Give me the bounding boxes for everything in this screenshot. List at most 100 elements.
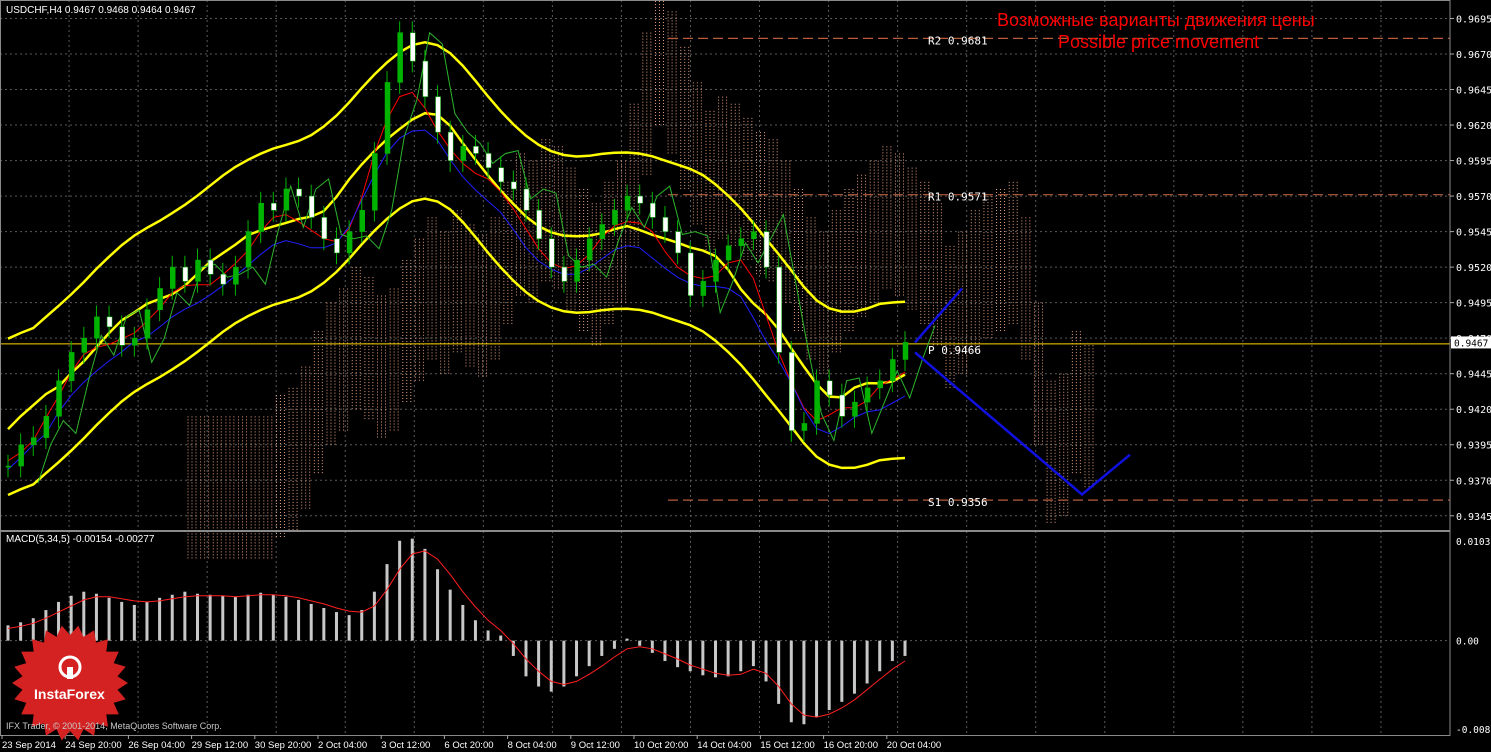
candle-body [68,352,75,382]
candle-body [650,202,656,218]
candle-body [321,217,328,239]
candle-body [473,146,479,154]
x-tick-label: 9 Oct 12:00 [571,740,620,751]
candle-body [296,188,302,197]
x-tick-label: 14 Oct 04:00 [697,740,751,751]
symbol-info: USDCHF,H4 0.9467 0.9468 0.9464 0.9467 [6,5,196,16]
candle-body [81,337,88,353]
candle-body [763,231,770,268]
y-tick-label: 0.9570 [1456,192,1491,203]
candle-body [422,60,429,97]
candle-body [106,316,113,328]
candle-body [725,245,732,261]
macd-axis-label: 0.00 [1456,637,1479,648]
candle-body [157,288,163,311]
candle-body [687,252,694,296]
candle-body [245,231,252,268]
level-label-p: P 0.9466 [928,344,981,357]
y-tick-label: 0.9345 [1456,512,1491,523]
candle-body [675,231,681,254]
candle-body [864,387,871,403]
y-tick-label: 0.9695 [1456,14,1491,25]
candle-body [814,380,820,424]
candle-body [700,281,707,296]
y-tick-label: 0.9545 [1456,228,1491,239]
candle-body [549,238,555,268]
candle-body [801,423,808,431]
candle-body [271,202,277,211]
level-label-s1: S1 0.9356 [928,496,988,509]
y-tick-label: 0.9620 [1456,121,1491,132]
x-tick-label: 8 Oct 04:00 [508,740,557,751]
title-english: Possible price movement [1058,32,1260,52]
title-russian: Возможные варианты движения цены [997,10,1315,30]
candle-body [18,444,24,467]
macd-axis-label: -0.00886 [1456,725,1491,736]
level-label-r1: R1 0.9571 [928,191,988,204]
macd-info: MACD(5,34,5) -0.00154 -0.00277 [6,534,155,545]
candle-body [56,380,62,417]
x-tick-label: 26 Sep 04:00 [128,740,185,751]
x-tick-label: 3 Oct 12:00 [381,740,430,751]
x-tick-label: 10 Oct 20:00 [634,740,688,751]
candle-body [776,266,782,353]
x-tick-label: 29 Sep 12:00 [192,740,249,751]
candle-body [612,210,618,225]
candle-body [789,352,795,431]
candle-body [94,316,100,339]
candle-body [523,188,530,211]
candle-body [195,259,201,282]
y-tick-label: 0.9645 [1456,86,1491,97]
candle-body [359,210,365,232]
candle-body [43,416,50,438]
candle-body [586,238,593,261]
x-tick-label: 20 Oct 04:00 [887,740,941,751]
y-tick-label: 0.9670 [1456,50,1491,61]
current-price-label: 0.9467 [1454,338,1488,349]
x-tick-label: 30 Sep 20:00 [255,740,312,751]
logo-emblem-stem [67,667,73,679]
candle-body [283,188,290,211]
candle-body [574,259,580,282]
logo-text: InstaForex [34,686,105,702]
chart-canvas[interactable]: R2 0.9681 R1 0.9571 P 0.9466 S1 0.9356 0.96… [0,0,1491,752]
candle-body [410,32,416,62]
x-tick-label: 23 Sep 2014 [2,740,56,751]
candle-body [132,337,138,346]
x-tick-label: 15 Oct 12:00 [760,740,814,751]
candle-body [334,238,340,254]
x-tick-label: 16 Oct 20:00 [824,740,878,751]
y-tick-label: 0.9370 [1456,476,1491,487]
candle-body [5,465,12,468]
x-tick-label: 24 Sep 20:00 [65,740,122,751]
candle-body [485,153,492,168]
y-tick-label: 0.9420 [1456,405,1491,416]
macd-axis-label: 0.01036 [1456,537,1491,548]
candle-body [182,266,189,282]
candle-body [902,342,909,360]
candle-body [839,394,846,417]
candle-body [169,266,176,289]
candle-body [460,146,467,161]
candle-body [233,266,239,285]
copyright-text: IFX Trader, © 2001-2014, MetaQuotes Soft… [6,721,222,731]
candle-body [877,380,883,389]
candle-body [308,195,315,218]
y-tick-label: 0.9595 [1456,157,1491,168]
y-tick-label: 0.9445 [1456,370,1491,381]
candle-body [397,32,403,83]
y-tick-label: 0.9520 [1456,263,1491,274]
candle-body [511,181,517,190]
candle-body [713,259,719,282]
candle-body [384,82,391,154]
candle-body [144,309,151,339]
candle-body [258,202,264,232]
candle-body [536,210,542,239]
candle-body [119,326,125,346]
candle-body [599,224,606,239]
candle-body [447,131,454,161]
candle-body [637,195,643,204]
candle-body [372,153,378,211]
candle-body [826,380,833,396]
x-tick-label: 6 Oct 20:00 [444,740,493,751]
